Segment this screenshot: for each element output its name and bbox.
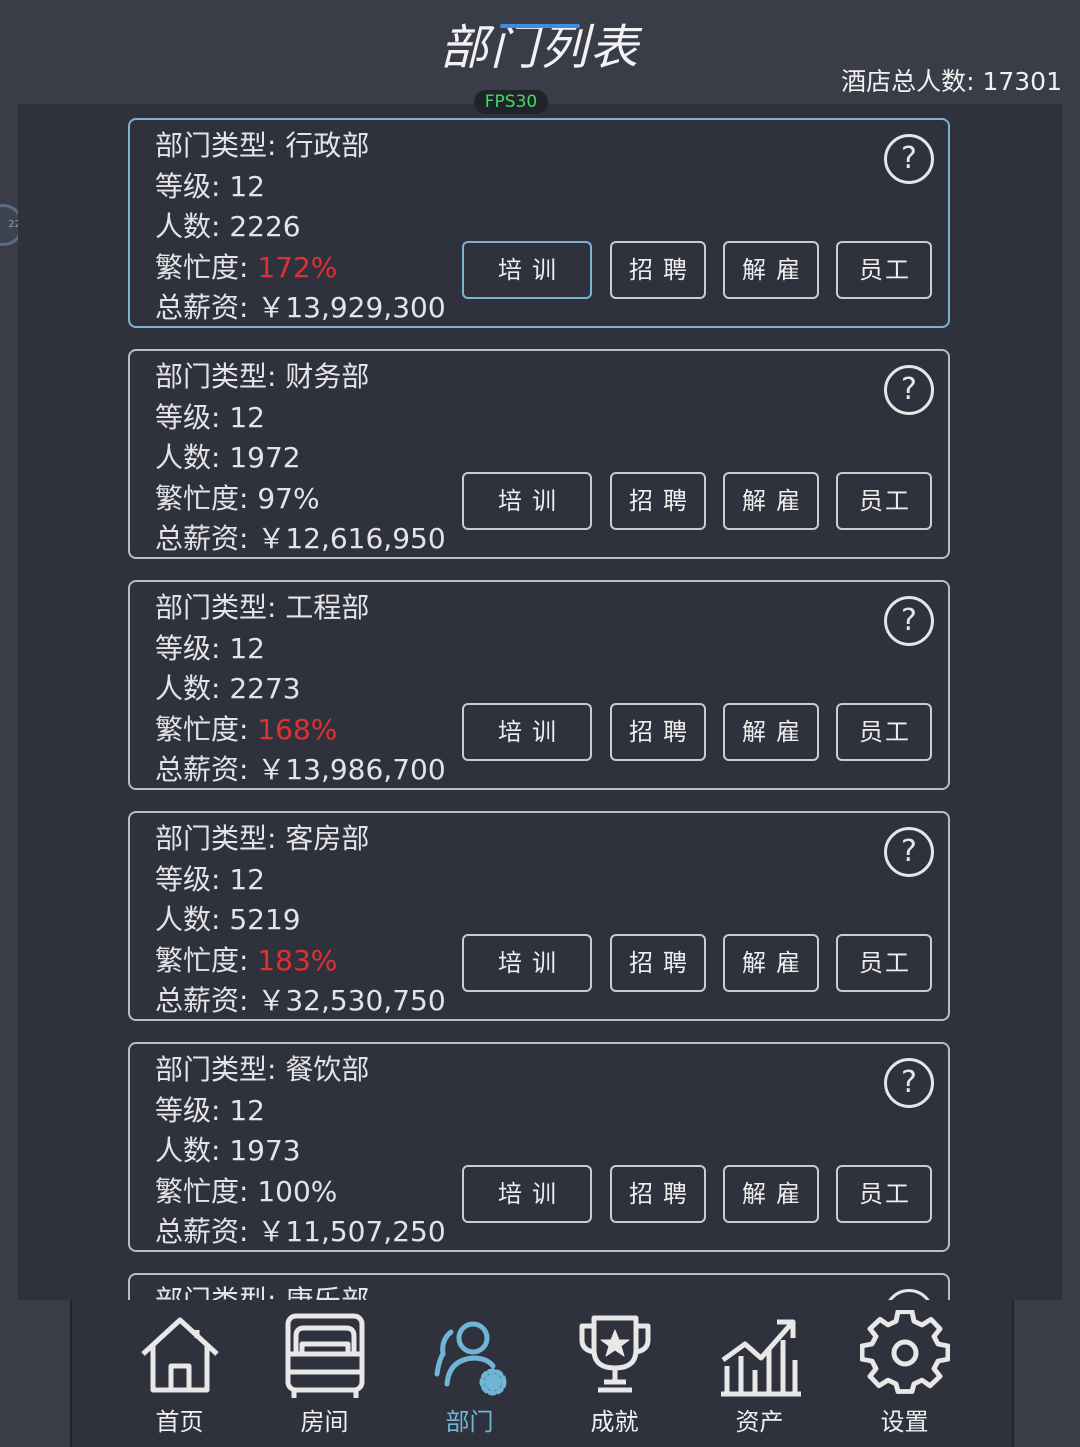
nav-label: 首页	[155, 1408, 204, 1436]
department-card-recreation[interactable]: 部门类型: 康乐部 ?	[128, 1273, 950, 1300]
staff-button[interactable]: 员工	[836, 1165, 932, 1223]
busy-label: 繁忙度:	[155, 1174, 258, 1208]
help-icon[interactable]: ?	[884, 134, 934, 184]
hire-button[interactable]: 招聘	[610, 472, 706, 530]
busy-value: 168%	[257, 712, 338, 746]
department-headcount: 人数: 2273	[155, 672, 301, 705]
help-icon[interactable]: ?	[884, 1058, 934, 1108]
department-type: 部门类型: 餐饮部	[155, 1053, 370, 1086]
fps-counter: FPS30	[474, 90, 548, 114]
nav-rooms[interactable]: 房间	[252, 1300, 397, 1447]
help-icon[interactable]: ?	[884, 596, 934, 646]
bed-icon	[285, 1313, 365, 1398]
hire-button[interactable]: 招聘	[610, 1165, 706, 1223]
nav-label: 房间	[300, 1408, 349, 1436]
nav-label: 资产	[735, 1408, 784, 1436]
fire-button[interactable]: 解雇	[723, 934, 819, 992]
department-level: 等级: 12	[155, 1093, 265, 1127]
department-level: 等级: 12	[155, 169, 265, 203]
department-type: 部门类型: 工程部	[155, 591, 370, 624]
hire-button[interactable]: 招聘	[610, 934, 706, 992]
help-icon[interactable]: ?	[884, 827, 934, 877]
gear-icon	[860, 1310, 950, 1394]
train-button[interactable]: 培训	[462, 1165, 592, 1223]
department-busy: 繁忙度: 183%	[155, 941, 446, 982]
department-card-engineering[interactable]: 部门类型: 工程部 等级: 12 人数: 2273 繁忙度: 168% 总薪资:…	[128, 580, 950, 790]
nav-home[interactable]: 首页	[107, 1300, 252, 1447]
nav-label: 成就	[590, 1408, 639, 1436]
department-type: 部门类型: 康乐部	[155, 1281, 369, 1300]
help-icon[interactable]: ?	[884, 365, 934, 415]
busy-label: 繁忙度:	[155, 250, 258, 284]
department-headcount: 人数: 5219	[155, 903, 301, 936]
fire-button[interactable]: 解雇	[723, 1165, 819, 1223]
staff-button[interactable]: 员工	[836, 703, 932, 761]
home-icon	[141, 1317, 219, 1393]
busy-value: 97%	[257, 481, 320, 515]
department-level: 等级: 12	[155, 631, 265, 665]
train-button[interactable]: 培训	[462, 703, 592, 761]
fire-button[interactable]: 解雇	[723, 241, 819, 299]
hire-button[interactable]: 招聘	[610, 241, 706, 299]
department-busy: 繁忙度: 97%	[155, 479, 446, 520]
busy-label: 繁忙度:	[155, 481, 258, 515]
department-busy: 繁忙度: 100%	[155, 1172, 446, 1213]
staff-button[interactable]: 员工	[836, 241, 932, 299]
department-level: 等级: 12	[155, 862, 265, 896]
department-card-catering[interactable]: 部门类型: 餐饮部 等级: 12 人数: 1973 繁忙度: 100% 总薪资:…	[128, 1042, 950, 1252]
staff-button[interactable]: 员工	[836, 934, 932, 992]
title-accent-bar	[500, 24, 580, 28]
trophy-icon	[579, 1315, 651, 1393]
busy-label: 繁忙度:	[155, 712, 258, 746]
train-button[interactable]: 培训	[462, 241, 592, 299]
department-type: 部门类型: 行政部	[155, 129, 370, 162]
nav-label: 设置	[880, 1408, 929, 1436]
department-salary: 总薪资: ￥32,530,750	[155, 984, 446, 1017]
department-salary: 总薪资: ￥13,986,700	[155, 753, 446, 786]
nav-settings[interactable]: 设置	[832, 1300, 977, 1447]
busy-label: 繁忙度:	[155, 943, 258, 977]
department-icon	[434, 1321, 507, 1396]
busy-value: 172%	[257, 250, 338, 284]
staff-button[interactable]: 员工	[836, 472, 932, 530]
department-level: 等级: 12	[155, 400, 265, 434]
department-busy: 繁忙度: 168%	[155, 710, 446, 751]
fire-button[interactable]: 解雇	[723, 703, 819, 761]
hotel-total-count: 酒店总人数: 17301	[841, 67, 1062, 96]
fire-button[interactable]: 解雇	[723, 472, 819, 530]
hire-button[interactable]: 招聘	[610, 703, 706, 761]
department-headcount: 人数: 1973	[155, 1134, 301, 1167]
department-headcount: 人数: 2226	[155, 210, 301, 243]
nav-achievements[interactable]: 成就	[542, 1300, 687, 1447]
nav-label: 部门	[445, 1408, 494, 1436]
help-icon[interactable]: ?	[884, 1289, 934, 1300]
busy-value: 100%	[257, 1174, 338, 1208]
nav-departments[interactable]: 部门	[397, 1300, 542, 1447]
nav-assets[interactable]: 资产	[687, 1300, 832, 1447]
department-list[interactable]: 部门类型: 行政部 等级: 12 人数: 2226 繁忙度: 172% 总薪资:…	[18, 104, 1062, 1300]
department-card-finance[interactable]: 部门类型: 财务部 等级: 12 人数: 1972 繁忙度: 97% 总薪资: …	[128, 349, 950, 559]
department-salary: 总薪资: ￥13,929,300	[155, 291, 446, 324]
train-button[interactable]: 培训	[462, 472, 592, 530]
bottom-nav: 首页 房间 部门 成就 资产 设置	[70, 1300, 1014, 1447]
department-salary: 总薪资: ￥12,616,950	[155, 522, 446, 555]
department-type: 部门类型: 客房部	[155, 822, 370, 855]
busy-value: 183%	[257, 943, 338, 977]
department-card-housekeeping[interactable]: 部门类型: 客房部 等级: 12 人数: 5219 繁忙度: 183% 总薪资:…	[128, 811, 950, 1021]
department-card-admin[interactable]: 部门类型: 行政部 等级: 12 人数: 2226 繁忙度: 172% 总薪资:…	[128, 118, 950, 328]
department-busy: 繁忙度: 172%	[155, 248, 446, 289]
train-button[interactable]: 培训	[462, 934, 592, 992]
department-salary: 总薪资: ￥11,507,250	[155, 1215, 446, 1248]
department-headcount: 人数: 1972	[155, 441, 301, 474]
chart-icon	[721, 1319, 801, 1397]
department-type: 部门类型: 财务部	[155, 360, 370, 393]
